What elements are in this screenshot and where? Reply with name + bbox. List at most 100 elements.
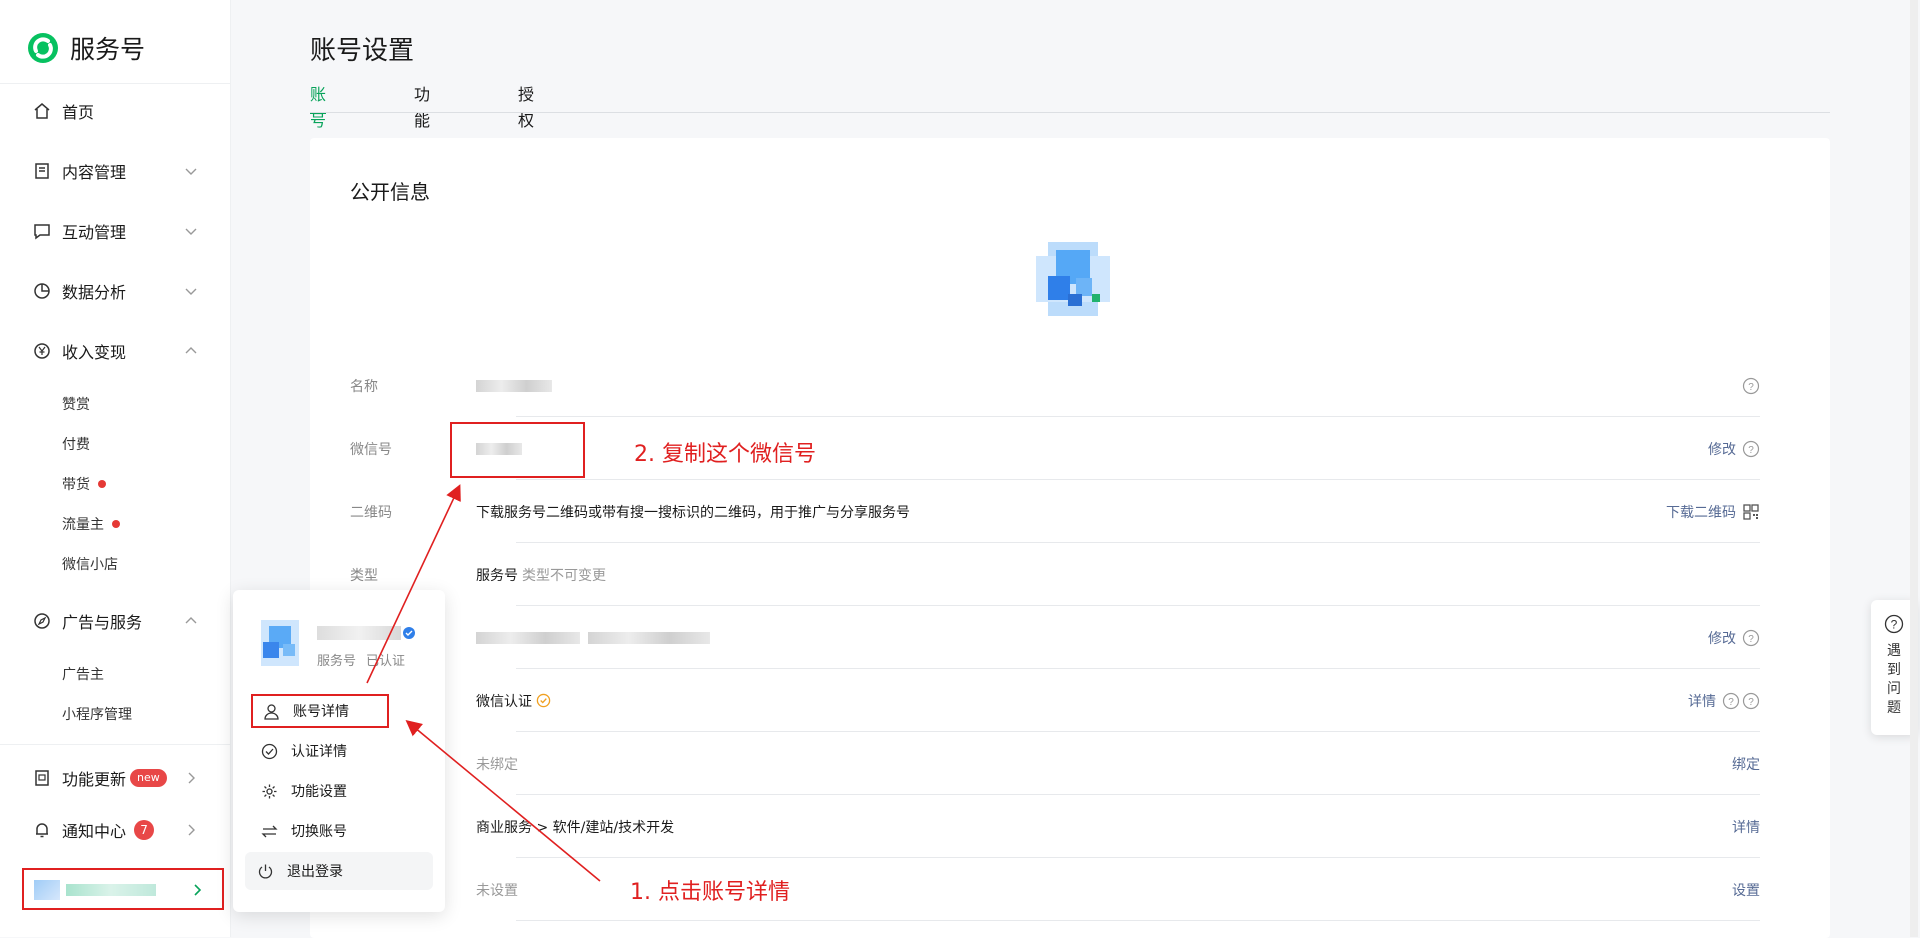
sidebar-item-content[interactable]: 内容管理 — [0, 153, 230, 189]
menu-item-account-details[interactable]: 账号详情 — [251, 694, 389, 728]
chevron-down-icon — [185, 288, 197, 295]
qr-code-icon[interactable] — [1742, 503, 1760, 521]
switch-icon — [261, 825, 278, 837]
menu-item-certification[interactable]: 认证详情 — [251, 734, 427, 768]
menu-item-feature-settings[interactable]: 功能设置 — [251, 774, 427, 808]
binding-value: 未绑定 — [476, 756, 518, 773]
tab-feature-settings[interactable]: 功能设置 — [414, 82, 430, 182]
row-binding: 未绑定 绑定 — [350, 732, 1760, 795]
menu-item-logout[interactable]: 退出登录 — [245, 852, 433, 890]
row-actions: 详情 — [1732, 817, 1760, 837]
account-type: 服务号 — [317, 654, 357, 669]
svg-text:?: ? — [1748, 697, 1754, 708]
sidebar-item-updates[interactable]: 功能更新 new — [0, 760, 230, 796]
sidebar-item-interaction[interactable]: 互动管理 — [0, 213, 230, 249]
sidebar-item-analytics[interactable]: 数据分析 — [0, 273, 230, 309]
account-avatar — [34, 880, 60, 900]
help-icon[interactable]: ? — [1742, 629, 1760, 647]
document-icon — [35, 163, 49, 179]
svg-text:?: ? — [1748, 445, 1754, 456]
verified-check-icon — [536, 693, 551, 708]
chevron-down-icon — [185, 168, 197, 175]
download-qr-link[interactable]: 下载二维码 — [1666, 502, 1736, 522]
sidebar-item-ads[interactable]: 广告与服务 — [0, 603, 230, 639]
help-icon: ? — [1884, 614, 1904, 634]
sidebar-subitem-label: 微信小店 — [62, 557, 118, 573]
chevron-right-icon — [194, 884, 202, 896]
row-qr-code: 二维码 下载服务号二维码或带有搜一搜标识的二维码，用于推广与分享服务号 下载二维… — [350, 480, 1760, 543]
svg-text:?: ? — [1891, 618, 1898, 632]
type-value: 服务号 类型不可变更 — [476, 565, 606, 585]
message-icon — [34, 224, 50, 240]
setting-link[interactable]: 设置 — [1732, 880, 1760, 900]
menu-item-label: 功能设置 — [291, 784, 347, 800]
row-label: 微信号 — [350, 441, 392, 458]
bind-link[interactable]: 绑定 — [1732, 754, 1760, 774]
sidebar-subitem-sales[interactable]: 带货 — [62, 472, 106, 496]
svg-text:?: ? — [1748, 382, 1754, 393]
red-dot-badge — [98, 480, 106, 488]
certification-details-link[interactable]: 详情 — [1688, 691, 1716, 711]
yuan-coin-icon — [34, 343, 50, 359]
row-category: 商业服务 > 软件/建站/技术开发 详情 — [350, 795, 1760, 858]
sidebar-item-home[interactable]: 首页 — [0, 93, 230, 129]
brand-name: 服务号 — [70, 35, 146, 64]
sidebar-subitem-miniprogram[interactable]: 小程序管理 — [62, 702, 132, 726]
sidebar-item-monetization[interactable]: 收入变现 — [0, 333, 230, 369]
public-info-card: 公开信息 名称 ? 微信号 修改 ? 二维码 下载服务号二维码或带有搜一搜标识的… — [310, 138, 1830, 938]
sidebar-item-label: 内容管理 — [62, 163, 127, 182]
help-icon[interactable]: ? — [1742, 692, 1760, 710]
help-icon[interactable]: ? — [1722, 692, 1740, 710]
chevron-right-icon — [188, 772, 195, 784]
tab-authorization[interactable]: 授权管理 — [518, 82, 534, 182]
category-details-link[interactable]: 详情 — [1732, 817, 1760, 837]
user-icon — [264, 703, 279, 720]
sidebar-item-label: 互动管理 — [62, 223, 127, 242]
verified-status: 已认证 — [366, 654, 406, 669]
sidebar-subitem-paid[interactable]: 付费 — [62, 432, 90, 456]
chevron-up-icon — [185, 347, 197, 354]
account-name-redacted — [317, 626, 401, 640]
qr-description: 下载服务号二维码或带有搜一搜标识的二维码，用于推广与分享服务号 — [476, 504, 910, 521]
account-switcher[interactable] — [22, 868, 224, 910]
sidebar-item-label: 首页 — [62, 103, 95, 122]
compass-icon — [34, 613, 50, 629]
home-icon — [34, 103, 50, 119]
sidebar-item-notifications[interactable]: 通知中心 7 — [0, 812, 230, 848]
edit-introduction-link[interactable]: 修改 — [1708, 628, 1736, 648]
page-scrollbar[interactable] — [1910, 0, 1918, 937]
help-icon[interactable]: ? — [1742, 440, 1760, 458]
annotation-box-wechat-id — [450, 422, 585, 478]
account-popup-menu: 服务号 已认证 账号详情 认证详情 功能设置 切换账号 退出登录 — [233, 590, 445, 912]
sidebar-subitem-label: 小程序管理 — [62, 707, 132, 723]
row-certification: 微信认证 详情 ? ? — [350, 669, 1760, 732]
account-avatar-large[interactable] — [1028, 234, 1118, 324]
sidebar-subitem-label: 流量主 — [62, 517, 104, 533]
red-dot-badge — [112, 520, 120, 528]
gear-icon — [262, 784, 277, 798]
sidebar-subitem-appreciation[interactable]: 赞赏 — [62, 392, 90, 416]
category-value: 商业服务 > 软件/建站/技术开发 — [476, 819, 675, 836]
menu-item-label: 认证详情 — [291, 744, 347, 760]
type-note: 类型不可变更 — [522, 567, 606, 584]
tab-account-details[interactable]: 账号详情 — [310, 82, 327, 182]
chevron-right-icon — [188, 824, 195, 836]
sidebar-subitem-advertiser[interactable]: 广告主 — [62, 662, 104, 686]
menu-item-switch-account[interactable]: 切换账号 — [251, 814, 427, 848]
chevron-up-icon — [185, 617, 197, 624]
sidebar-item-label: 收入变现 — [62, 343, 127, 362]
sidebar-item-label: 功能更新 new — [62, 766, 167, 790]
sidebar-subitem-traffic[interactable]: 流量主 — [62, 512, 120, 536]
row-label: 类型 — [350, 567, 378, 584]
introduction-value-redacted — [476, 630, 710, 646]
verified-badge-icon — [403, 627, 415, 639]
menu-item-label: 切换账号 — [291, 824, 347, 840]
sidebar-subitem-label: 广告主 — [62, 667, 104, 683]
annotation-step-2: 2. 复制这个微信号 — [634, 442, 816, 467]
sidebar-subitem-shop[interactable]: 微信小店 — [62, 552, 118, 576]
help-icon[interactable]: ? — [1742, 377, 1760, 395]
update-notes-icon — [35, 770, 49, 786]
edit-wechat-id-link[interactable]: 修改 — [1708, 439, 1736, 459]
sidebar-subitem-label: 付费 — [62, 437, 90, 453]
brand[interactable]: 服务号 — [26, 28, 145, 68]
